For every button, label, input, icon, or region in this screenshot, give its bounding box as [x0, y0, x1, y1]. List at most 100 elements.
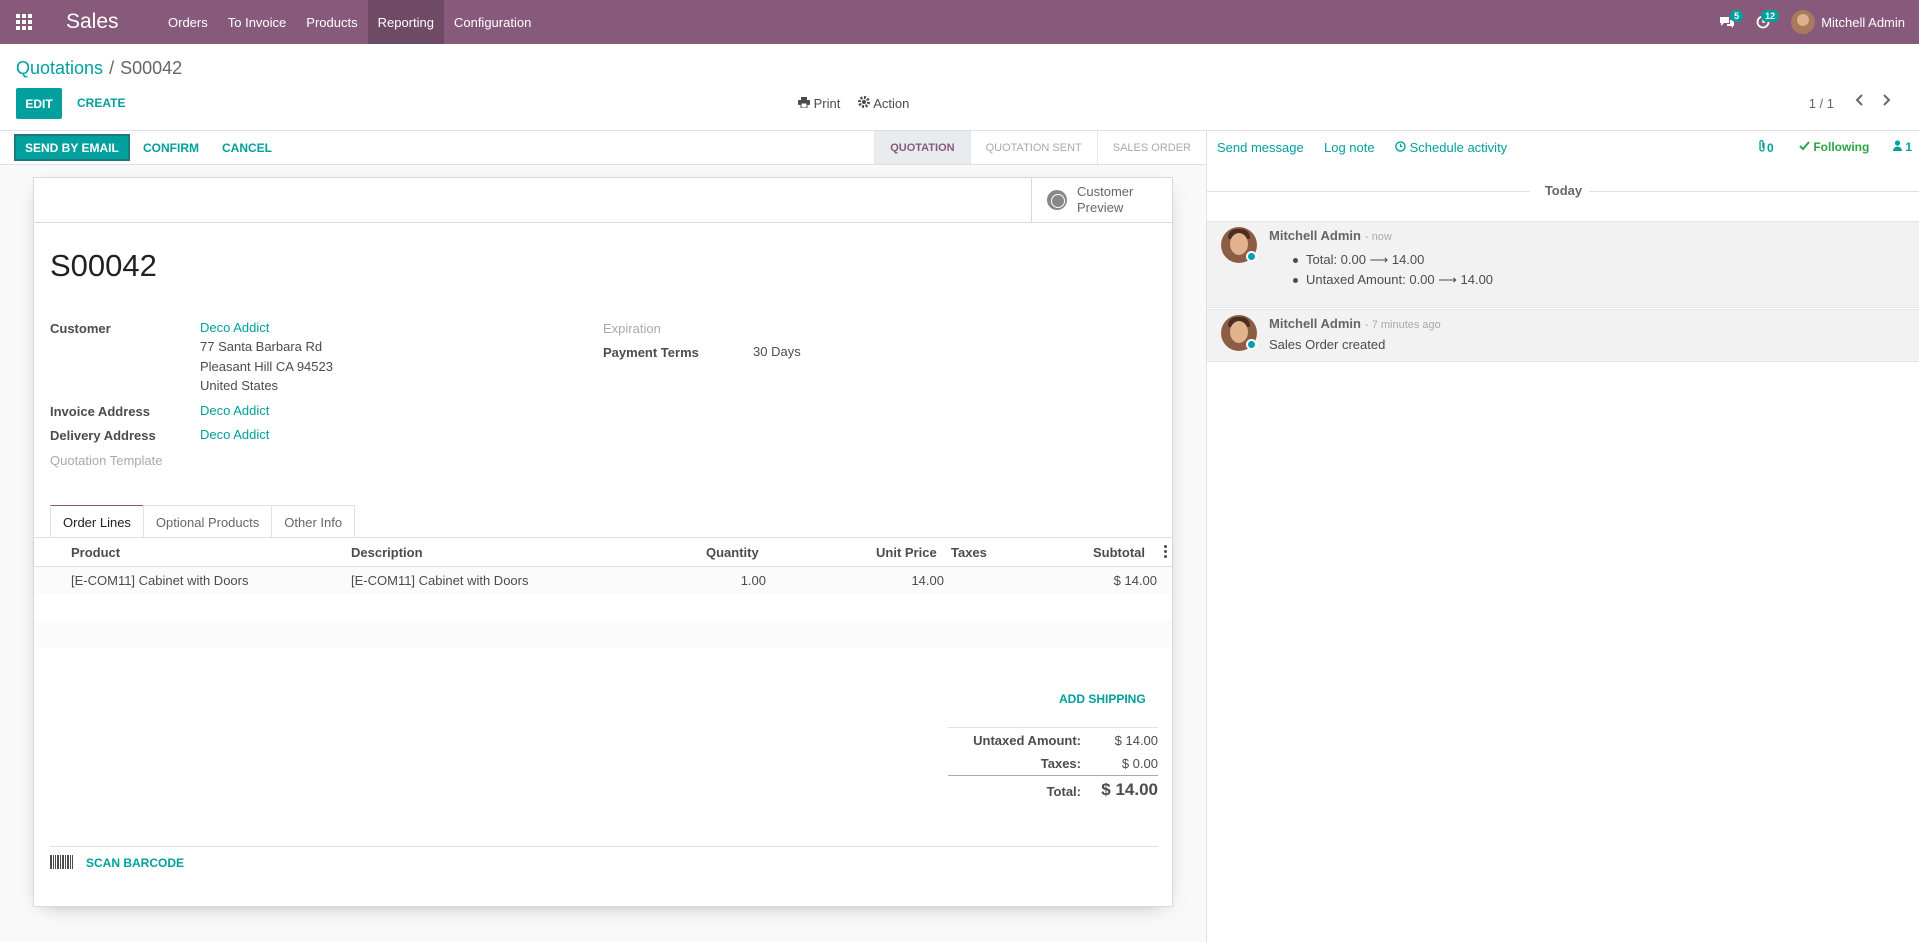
date-separator-label: Today: [1544, 183, 1583, 198]
row-subtotal: $ 14.00: [1113, 573, 1157, 588]
expiration-label: Expiration: [603, 321, 661, 336]
attachments-button[interactable]: 0: [1758, 139, 1774, 155]
customer-address-line1: 77 Santa Barbara Rd: [200, 339, 323, 354]
menu-item-reporting[interactable]: Reporting: [367, 0, 444, 44]
column-unit-price[interactable]: Unit Price: [876, 545, 937, 560]
stage-sales-order[interactable]: SALES ORDER: [1096, 131, 1206, 164]
online-status-icon: [1246, 339, 1257, 350]
app-brand[interactable]: Sales: [66, 10, 158, 34]
column-description[interactable]: Description: [351, 545, 423, 560]
chatter-message: Mitchell Admin - 7 minutes ago Sales Orde…: [1207, 309, 1919, 362]
table-row-empty[interactable]: [34, 621, 1172, 648]
check-icon: [1799, 141, 1810, 151]
chatter-panel: Send message Log note Schedule activity …: [1206, 131, 1919, 942]
menu-item-configuration[interactable]: Configuration: [444, 0, 541, 44]
delivery-address-label: Delivery Address: [50, 428, 156, 443]
message-author: Mitchell Admin - 7 minutes ago: [1269, 316, 1441, 331]
date-separator: Today: [1207, 183, 1919, 199]
gear-icon: [858, 96, 871, 108]
chatter-topbar: Send message Log note Schedule activity …: [1207, 131, 1919, 165]
taxes-label: Taxes:: [1040, 756, 1081, 771]
customer-preview-button[interactable]: Customer Preview: [1031, 178, 1172, 222]
messaging-menu[interactable]: 5: [1709, 0, 1745, 44]
invoice-address-label: Invoice Address: [50, 404, 150, 419]
column-quantity[interactable]: Quantity: [706, 545, 759, 560]
total-label: Total:: [1046, 784, 1081, 799]
column-taxes[interactable]: Taxes: [951, 545, 987, 560]
preview-label-line2: Preview: [1077, 200, 1124, 215]
print-menu[interactable]: Print: [798, 96, 840, 111]
table-row[interactable]: [E-COM11] Cabinet with Doors [E-COM11] C…: [34, 567, 1172, 594]
chevron-left-icon[interactable]: [1855, 94, 1863, 106]
clock-icon: [1395, 141, 1406, 152]
send-message-button[interactable]: Send message: [1217, 140, 1304, 155]
column-product[interactable]: Product: [71, 545, 120, 560]
messages-count-badge: 5: [1730, 10, 1744, 22]
order-lines-header: Product Description Quantity Unit Price …: [34, 538, 1172, 567]
payment-terms-label: Payment Terms: [603, 345, 699, 360]
customer-address-line3: United States: [200, 378, 279, 393]
totals-summary: Untaxed Amount: $ 14.00 Taxes: $ 0.00 To…: [948, 727, 1158, 805]
create-button[interactable]: CREATE: [77, 96, 125, 110]
total-row: Total: $ 14.00: [948, 775, 1158, 805]
cancel-button[interactable]: CANCEL: [222, 141, 272, 155]
menu-item-to-invoice[interactable]: To Invoice: [218, 0, 297, 44]
stage-bar: QUOTATION QUOTATION SENT SALES ORDER: [874, 131, 1206, 164]
globe-icon: [1047, 190, 1067, 210]
tab-order-lines[interactable]: Order Lines: [50, 505, 144, 538]
row-unit-price: 14.00: [911, 573, 944, 588]
column-subtotal[interactable]: Subtotal: [1093, 545, 1145, 560]
message-time: - now: [1364, 231, 1392, 243]
confirm-button[interactable]: CONFIRM: [143, 141, 199, 155]
pager-value[interactable]: 1 / 1: [1809, 96, 1834, 111]
tab-optional-products[interactable]: Optional Products: [142, 505, 273, 538]
user-icon: [1893, 140, 1902, 151]
activity-menu[interactable]: 12: [1745, 0, 1781, 44]
add-shipping-button[interactable]: ADD SHIPPING: [1059, 692, 1146, 706]
form-sheet: Customer Preview S00042 Customer Deco Ad…: [33, 177, 1173, 907]
breadcrumb-quotations-link[interactable]: Quotations: [16, 58, 103, 78]
menu-item-orders[interactable]: Orders: [158, 0, 218, 44]
untaxed-amount-label: Untaxed Amount:: [973, 733, 1081, 748]
customer-label: Customer: [50, 321, 111, 336]
payment-terms-value[interactable]: 30 Days: [753, 342, 801, 362]
pager-buttons: [1855, 94, 1891, 106]
following-label: Following: [1813, 140, 1870, 154]
tab-other-info[interactable]: Other Info: [271, 505, 356, 538]
user-menu[interactable]: Mitchell Admin: [1791, 10, 1905, 34]
table-row-empty[interactable]: [34, 594, 1172, 621]
message-body: Sales Order created: [1269, 337, 1386, 352]
action-menu[interactable]: Action: [858, 96, 909, 111]
delivery-address-link[interactable]: Deco Addict: [200, 425, 269, 445]
form-statusbar: SEND BY EMAIL CONFIRM CANCEL QUOTATION Q…: [0, 131, 1206, 165]
optional-columns-icon[interactable]: [1164, 545, 1168, 560]
menu-item-products[interactable]: Products: [296, 0, 367, 44]
breadcrumb: Quotations / S00042: [16, 58, 182, 79]
chevron-right-icon[interactable]: [1883, 94, 1891, 106]
apps-menu-icon[interactable]: [0, 0, 48, 44]
send-by-email-button[interactable]: SEND BY EMAIL: [14, 134, 130, 161]
tracking-value-line: Untaxed Amount: 0.00 ⟶ 14.00: [1292, 272, 1493, 292]
untaxed-amount-value: $ 14.00: [1114, 733, 1158, 748]
scan-barcode-button[interactable]: SCAN BARCODE: [86, 856, 184, 870]
stage-quotation-sent[interactable]: QUOTATION SENT: [969, 131, 1097, 164]
author-name[interactable]: Mitchell Admin: [1269, 316, 1361, 331]
followers-count: 1: [1905, 140, 1913, 154]
preview-label-line1: Customer: [1077, 184, 1134, 199]
edit-button[interactable]: EDIT: [16, 88, 62, 119]
user-name: Mitchell Admin: [1821, 14, 1905, 30]
author-name[interactable]: Mitchell Admin: [1269, 228, 1361, 243]
schedule-activity-label: Schedule activity: [1409, 140, 1508, 155]
followers-button[interactable]: 1: [1893, 140, 1912, 154]
invoice-address-link[interactable]: Deco Addict: [200, 401, 269, 421]
row-quantity: 1.00: [740, 573, 766, 588]
stage-quotation[interactable]: QUOTATION: [874, 131, 970, 164]
following-button[interactable]: Following: [1799, 140, 1869, 154]
quotation-template-label: Quotation Template: [50, 453, 163, 468]
schedule-activity-button[interactable]: Schedule activity: [1395, 140, 1507, 155]
attachments-count: 0: [1767, 141, 1774, 155]
log-note-button[interactable]: Log note: [1324, 140, 1375, 155]
customer-link[interactable]: Deco Addict: [200, 318, 269, 338]
breadcrumb-current: S00042: [120, 58, 183, 78]
paperclip-icon: [1759, 139, 1765, 152]
